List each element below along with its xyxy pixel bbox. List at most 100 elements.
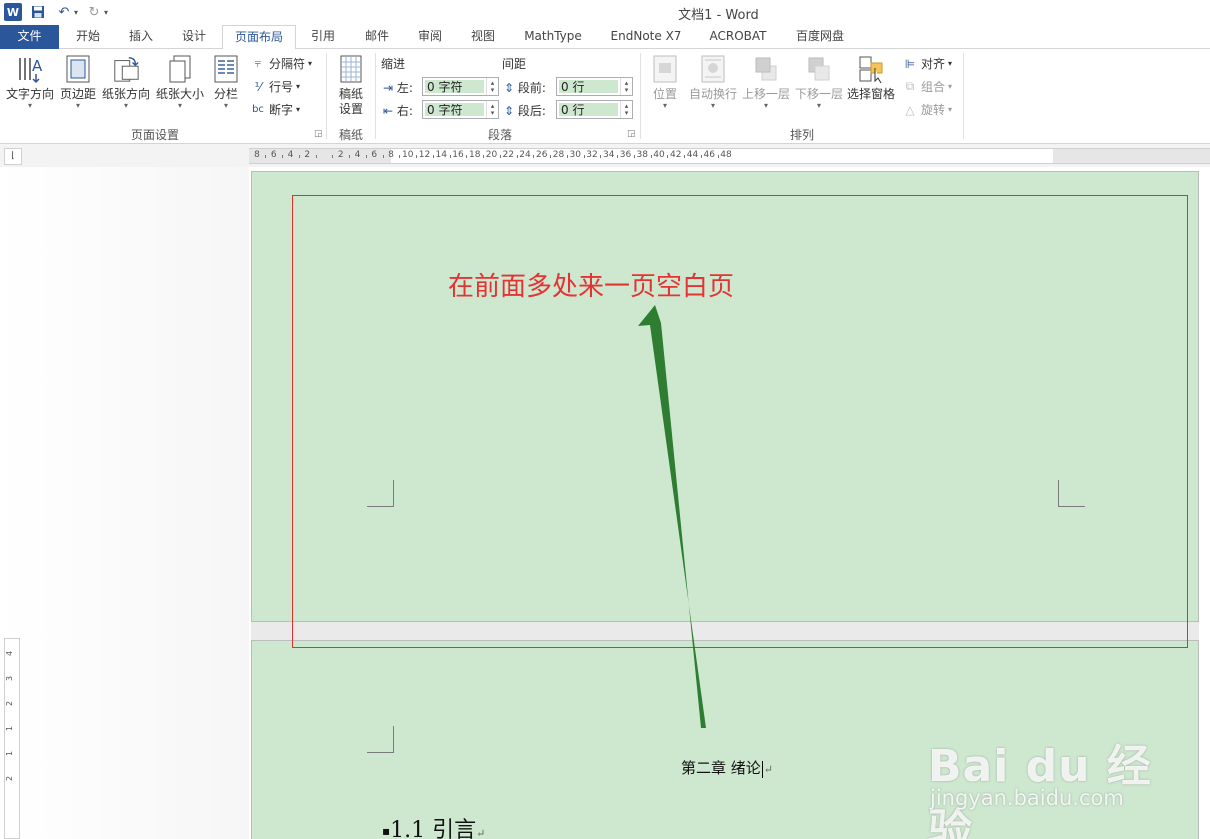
- manuscript-label-line2: 设置: [338, 102, 363, 116]
- tab-mathtype[interactable]: MathType: [514, 25, 592, 49]
- chevron-down-icon: ▾: [27, 101, 32, 110]
- columns-button[interactable]: 分栏 ▾: [208, 53, 244, 110]
- bring-forward-label: 上移一层: [741, 87, 790, 101]
- hyphenation-icon: bc: [252, 104, 264, 115]
- chevron-down-icon: ▾: [763, 101, 768, 110]
- ruler-tick: [483, 155, 485, 158]
- selection-pane-label: 选择窗格: [846, 87, 895, 101]
- tab-endnote[interactable]: EndNote X7: [600, 25, 692, 49]
- group-separator: [963, 53, 964, 139]
- tab-mailings[interactable]: 邮件: [351, 25, 403, 49]
- tab-insert[interactable]: 插入: [116, 25, 166, 49]
- paragraph-launcher-icon[interactable]: ◲: [627, 129, 636, 139]
- spacing-before-label: ⇕ 段前:: [504, 81, 546, 95]
- bring-forward-button[interactable]: 上移一层 ▾: [740, 53, 792, 110]
- blank-page[interactable]: [251, 171, 1199, 622]
- align-button[interactable]: ⊫ 对齐 ▾: [902, 55, 952, 72]
- spacing-after-input[interactable]: 0 行 ▴ ▾: [556, 100, 633, 119]
- breaks-label: 分隔符: [269, 57, 306, 71]
- ruler-tick: [298, 155, 300, 158]
- vertical-ruler[interactable]: 4 3 2 1 1 2: [4, 638, 20, 839]
- arrange-group-label: 排列: [789, 128, 814, 142]
- ruler-area: ⌊ 8 6 4 2 2 4 6 8 10 12 14 16 18 20 22 24 26 28 30 32 34 36 38…: [0, 145, 1210, 167]
- selection-pane-icon: [857, 53, 885, 85]
- indent-right-icon: ⇤: [383, 104, 394, 118]
- ruler-tick: [700, 155, 702, 158]
- tab-view[interactable]: 视图: [458, 25, 508, 49]
- tab-acrobat[interactable]: ACROBAT: [700, 25, 776, 49]
- group-separator: [375, 53, 376, 139]
- hyphenation-label: 断字: [269, 103, 294, 117]
- ruler-number: 48: [720, 150, 732, 160]
- ruler-tick: [349, 155, 351, 158]
- ruler-number: 4: [287, 150, 294, 160]
- spacing-before-value: 0 行: [559, 80, 618, 94]
- spacing-before-input[interactable]: 0 行 ▴ ▾: [556, 77, 633, 96]
- position-button[interactable]: 位置 ▾: [646, 53, 684, 110]
- columns-label: 分栏: [213, 87, 238, 101]
- svg-text:A: A: [32, 57, 43, 75]
- breaks-button[interactable]: ⫧ 分隔符 ▾: [250, 55, 312, 72]
- text-direction-icon: A: [16, 53, 44, 85]
- section-heading[interactable]: ▪1.1 引言↵: [382, 812, 485, 839]
- horizontal-ruler[interactable]: 8 6 4 2 2 4 6 8 10 12 14 16 18 20 22 24 26 28 30 32 34 36 38 40…: [249, 148, 1210, 164]
- indent-left-input[interactable]: 0 字符 ▴ ▾: [422, 77, 499, 96]
- orientation-button[interactable]: 纸张方向 ▾: [100, 53, 152, 110]
- tab-home[interactable]: 开始: [62, 25, 114, 49]
- indent-left-spinner[interactable]: ▴ ▾: [486, 78, 498, 95]
- text-direction-button[interactable]: A 文字方向 ▾: [4, 53, 56, 110]
- line-numbers-icon: ⅟: [254, 79, 262, 94]
- tab-baidu-netdisk[interactable]: 百度网盘: [786, 25, 854, 49]
- spacing-header: 间距: [502, 57, 527, 71]
- paper-size-button[interactable]: 纸张大小 ▾: [154, 53, 206, 110]
- ruler-tick: [449, 155, 451, 158]
- tab-selector[interactable]: ⌊: [4, 148, 22, 165]
- group-icon: ⧉: [905, 79, 915, 93]
- group-button[interactable]: ⧉ 组合 ▾: [902, 78, 952, 95]
- margins-button[interactable]: 页边距 ▾: [58, 53, 98, 110]
- manuscript-group-label: 稿纸: [338, 128, 363, 142]
- wrap-text-label: 自动换行: [688, 87, 737, 101]
- ruler-number: 16: [452, 150, 464, 160]
- spacing-before-icon: ⇕: [504, 81, 515, 95]
- spacing-after-value: 0 行: [559, 103, 618, 117]
- margin-corner-mark: [367, 480, 394, 507]
- tab-review[interactable]: 审阅: [405, 25, 455, 49]
- ruler-tick: [466, 155, 468, 158]
- ruler-tick: [550, 155, 552, 158]
- manuscript-settings-button[interactable]: 稿纸 设置: [333, 53, 369, 117]
- wrap-text-button[interactable]: 自动换行 ▾: [687, 53, 739, 110]
- ruler-number: 12: [418, 150, 431, 160]
- tab-references[interactable]: 引用: [298, 25, 348, 49]
- ruler-number: 2: [5, 775, 15, 782]
- ruler-number: 6: [270, 150, 277, 160]
- line-numbers-button[interactable]: ⅟ 行号 ▾: [250, 78, 300, 95]
- indent-right-input[interactable]: 0 字符 ▴ ▾: [422, 100, 499, 119]
- spacing-before-spinner[interactable]: ▴ ▾: [620, 78, 632, 95]
- indent-right-spinner[interactable]: ▴ ▾: [486, 101, 498, 118]
- ruler-tick: [583, 155, 585, 158]
- ruler-tick: [717, 155, 719, 158]
- ruler-number: 1: [5, 725, 15, 732]
- selection-pane-button[interactable]: 选择窗格: [846, 53, 896, 102]
- tab-design[interactable]: 设计: [169, 25, 219, 49]
- spacing-after-spinner[interactable]: ▴ ▾: [620, 101, 632, 118]
- chevron-down-icon: ▾: [123, 101, 128, 110]
- spacing-after-icon: ⇕: [504, 104, 515, 118]
- ruler-number: 4: [5, 650, 15, 657]
- hyphenation-button[interactable]: bc 断字 ▾: [250, 101, 300, 118]
- chapter-heading[interactable]: 第二章 绪论 ↵: [681, 757, 773, 778]
- left-margin-area: [0, 167, 249, 839]
- send-backward-button[interactable]: 下移一层 ▾: [793, 53, 845, 110]
- page-setup-launcher-icon[interactable]: ◲: [314, 129, 323, 139]
- margin-corner-mark: [367, 726, 394, 753]
- tab-file[interactable]: 文件: [0, 25, 59, 49]
- ruler-tick: [332, 155, 334, 158]
- chevron-down-icon: ▾: [223, 101, 228, 110]
- rotate-button[interactable]: △ 旋转 ▾: [902, 101, 952, 118]
- ruler-number: 2: [337, 150, 344, 160]
- ruler-number: 6: [371, 150, 378, 160]
- position-label: 位置: [652, 87, 677, 101]
- tab-page-layout[interactable]: 页面布局: [222, 25, 296, 50]
- margin-corner-mark: [1058, 480, 1085, 507]
